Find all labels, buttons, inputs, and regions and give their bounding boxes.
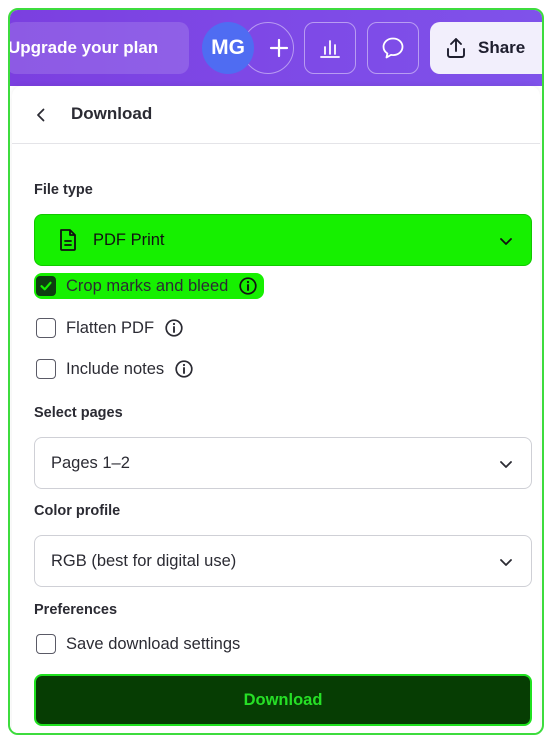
color-profile-dropdown[interactable]: RGB (best for digital use): [34, 535, 532, 587]
back-button[interactable]: [30, 104, 52, 126]
flatten-pdf-label: Flatten PDF: [66, 318, 155, 337]
info-icon[interactable]: [174, 359, 194, 379]
file-type-value: PDF Print: [93, 230, 165, 249]
file-type-label: File type: [34, 182, 93, 198]
document-icon: [60, 229, 76, 251]
share-label: Share: [478, 38, 526, 57]
chevron-left-icon: [37, 108, 45, 122]
include-notes-checkbox[interactable]: [36, 359, 56, 379]
download-button-label: Download: [243, 690, 323, 709]
panel-header: Download: [12, 86, 540, 144]
insights-button[interactable]: [304, 22, 356, 74]
select-pages-dropdown[interactable]: Pages 1–2: [34, 437, 532, 489]
file-type-select[interactable]: PDF Print: [34, 214, 532, 266]
include-notes-option[interactable]: Include notes: [36, 356, 194, 382]
upgrade-plan-button[interactable]: Upgrade your plan: [8, 22, 189, 74]
color-profile-label: Color profile: [34, 503, 121, 519]
save-settings-option[interactable]: Save download settings: [36, 631, 240, 657]
crop-marks-label: Crop marks and bleed: [66, 276, 229, 295]
download-button[interactable]: Download: [34, 674, 532, 726]
checkmark-icon: [40, 281, 52, 291]
app-frame: Upgrade your plan MG Share Download File…: [8, 8, 544, 735]
color-profile-value: RGB (best for digital use): [51, 551, 237, 570]
info-icon[interactable]: [238, 276, 258, 296]
comments-button[interactable]: [367, 22, 419, 74]
bar-chart-icon: [320, 40, 340, 58]
select-pages-label: Select pages: [34, 405, 123, 421]
download-panel: Download File type PDF Print Crop marks …: [12, 86, 540, 733]
preferences-label: Preferences: [34, 602, 118, 618]
chevron-down-icon: [500, 559, 512, 566]
crop-marks-checkbox[interactable]: [36, 276, 56, 296]
flatten-pdf-option[interactable]: Flatten PDF: [36, 315, 184, 341]
upgrade-plan-label: Upgrade your plan: [8, 38, 159, 57]
save-settings-label: Save download settings: [66, 634, 241, 653]
chevron-down-icon: [500, 238, 512, 245]
plus-icon: [269, 38, 289, 58]
flatten-pdf-checkbox[interactable]: [36, 318, 56, 338]
info-icon[interactable]: [164, 318, 184, 338]
chevron-down-icon: [500, 461, 512, 468]
include-notes-label: Include notes: [66, 359, 165, 378]
avatar-initials: MG: [211, 36, 245, 59]
save-settings-checkbox[interactable]: [36, 634, 56, 654]
comment-icon: [382, 37, 404, 59]
top-bar: Upgrade your plan MG Share: [10, 10, 542, 86]
avatar[interactable]: MG: [202, 22, 254, 74]
share-button[interactable]: Share: [430, 22, 542, 74]
select-pages-value: Pages 1–2: [51, 453, 130, 472]
upload-icon: [447, 38, 465, 58]
crop-marks-option[interactable]: Crop marks and bleed: [34, 273, 265, 299]
panel-title: Download: [71, 104, 153, 123]
